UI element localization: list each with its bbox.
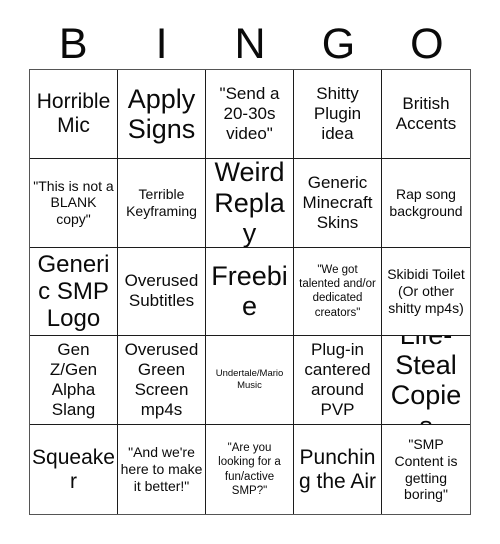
bingo-cell[interactable]: British Accents <box>382 70 470 159</box>
bingo-cell[interactable]: "We got talented and/or dedicated creato… <box>294 247 382 337</box>
bingo-header-letter-o: O <box>410 19 444 68</box>
bingo-cell-label: Horrible Mic <box>36 89 111 137</box>
bingo-cell[interactable]: Overused Green Screen mp4s <box>118 336 206 426</box>
bingo-cell-label: "And we're here to make it better!" <box>120 444 203 494</box>
bingo-cell-label: "This is not a BLANK copy" <box>33 177 114 228</box>
bingo-header-letter-n: N <box>234 19 266 68</box>
bingo-cell[interactable]: Undertale/Mario Music <box>206 336 294 426</box>
bingo-cell-label: Punching the Air <box>298 445 377 493</box>
bingo-header-letter-b: B <box>58 19 88 68</box>
bingo-grid: Horrible Mic Apply Signs "Send a 20-30s vi… <box>29 69 471 515</box>
bingo-header-letter-i: I <box>155 19 168 68</box>
bingo-cell-label: "Send a 20-30s video" <box>219 83 280 143</box>
bingo-cell[interactable]: Skibidi Toilet (Or other shitty mp4s) <box>382 247 470 337</box>
bingo-cell-label: Overused Green Screen mp4s <box>124 340 199 420</box>
bingo-cell[interactable]: Overused Subtitles <box>118 247 206 337</box>
bingo-cell-label: Gen Z/Gen Alpha Slang <box>49 340 98 420</box>
bingo-cell[interactable]: "Are you looking for a fun/active SMP?" <box>206 425 294 514</box>
bingo-cell[interactable]: "And we're here to make it better!" <box>118 425 206 514</box>
bingo-header-letter-g: G <box>321 19 356 68</box>
bingo-cell[interactable]: Weird Replay <box>206 158 294 248</box>
bingo-cell[interactable]: Apply Signs <box>118 70 206 159</box>
bingo-cell-label: Undertale/Mario Music <box>215 368 284 392</box>
bingo-cell-label: Terrible Keyframing <box>126 185 197 219</box>
bingo-cell-label: "Are you looking for a fun/active SMP?" <box>218 441 281 497</box>
bingo-cell-label: Plug-in cantered around PVP <box>304 340 371 420</box>
bingo-header: B I N G O <box>29 19 471 69</box>
bingo-cell-label: Rap song background <box>389 185 463 219</box>
bingo-cell[interactable]: Terrible Keyframing <box>118 158 206 248</box>
bingo-cell-label: Generic SMP Logo <box>37 250 110 333</box>
bingo-cell-label: Freebie <box>211 261 288 322</box>
bingo-cell[interactable]: Generic SMP Logo <box>30 247 118 337</box>
bingo-cell[interactable]: Life-Steal Copies <box>382 336 470 426</box>
bingo-cell[interactable]: Shitty Plugin idea <box>294 70 382 159</box>
bingo-cell-label: "SMP Content is getting boring" <box>394 436 458 503</box>
bingo-cell-label: Generic Minecraft Skins <box>302 172 373 232</box>
bingo-cell[interactable]: Horrible Mic <box>30 70 118 159</box>
bingo-cell[interactable]: "This is not a BLANK copy" <box>30 158 118 248</box>
bingo-cell-free-space[interactable]: Freebie <box>206 247 294 337</box>
bingo-cell-label: Apply Signs <box>127 83 196 144</box>
bingo-cell-label: Life-Steal Copies <box>390 336 462 424</box>
bingo-cell[interactable]: Squeaker <box>30 425 118 514</box>
bingo-cell[interactable]: Rap song background <box>382 158 470 248</box>
bingo-card: B I N G O Horrible Mic Apply Signs "Send a… <box>0 0 500 544</box>
bingo-cell[interactable]: "SMP Content is getting boring" <box>382 425 470 514</box>
bingo-cell[interactable]: Punching the Air <box>294 425 382 514</box>
bingo-cell-label: Skibidi Toilet (Or other shitty mp4s) <box>387 266 465 316</box>
bingo-cell-label: Shitty Plugin idea <box>313 83 362 143</box>
bingo-cell-label: "We got talented and/or dedicated creato… <box>299 263 376 319</box>
bingo-cell[interactable]: Gen Z/Gen Alpha Slang <box>30 336 118 426</box>
bingo-cell-label: British Accents <box>395 93 457 133</box>
bingo-cell-label: Squeaker <box>32 445 115 493</box>
bingo-cell-label: Overused Subtitles <box>124 271 199 311</box>
bingo-cell[interactable]: Generic Minecraft Skins <box>294 158 382 248</box>
bingo-cell[interactable]: Plug-in cantered around PVP <box>294 336 382 426</box>
bingo-cell-label: Weird Replay <box>214 158 285 248</box>
bingo-cell[interactable]: "Send a 20-30s video" <box>206 70 294 159</box>
